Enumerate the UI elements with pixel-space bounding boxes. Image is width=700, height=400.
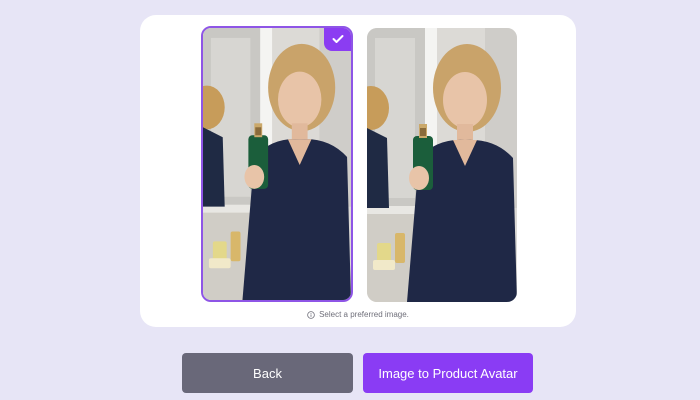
portrait-image bbox=[203, 28, 351, 300]
portrait-image bbox=[367, 28, 517, 302]
image-selection-card: Select a preferred image. bbox=[140, 15, 576, 327]
selection-hint: Select a preferred image. bbox=[140, 310, 576, 319]
portrait-option-1[interactable] bbox=[201, 26, 353, 302]
back-button[interactable]: Back bbox=[182, 353, 353, 393]
hint-text: Select a preferred image. bbox=[319, 310, 409, 319]
image-to-product-avatar-button[interactable]: Image to Product Avatar bbox=[363, 353, 533, 393]
info-icon bbox=[307, 310, 315, 319]
portrait-option-2[interactable] bbox=[367, 28, 517, 302]
check-icon bbox=[332, 35, 344, 43]
selected-badge bbox=[324, 28, 351, 51]
